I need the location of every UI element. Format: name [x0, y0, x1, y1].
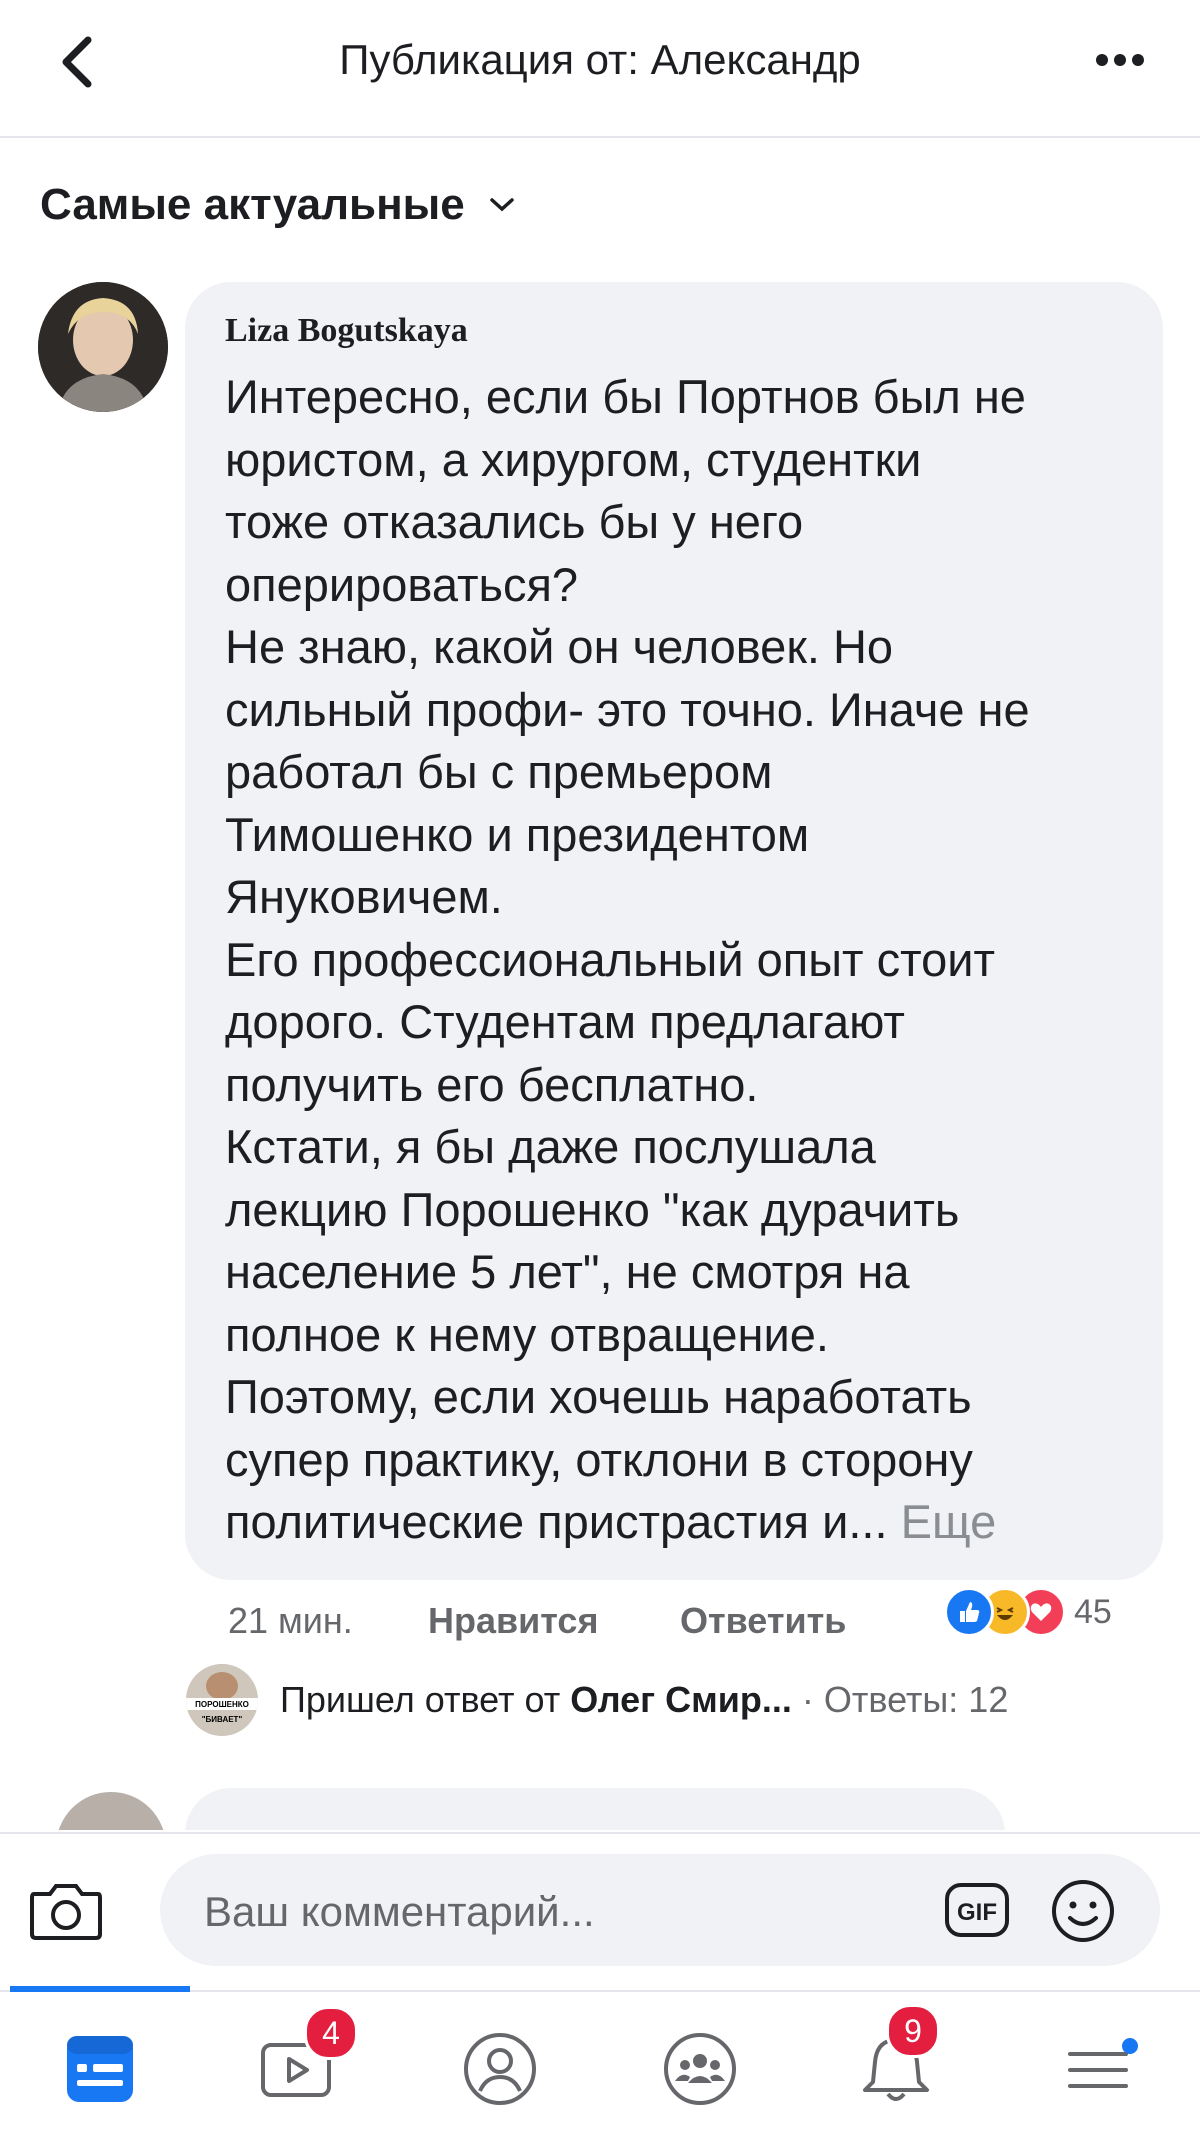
reply-button[interactable]: Ответить [680, 1600, 846, 1642]
gif-icon[interactable]: GIF [944, 1882, 1010, 1938]
chevron-down-icon [489, 198, 514, 212]
notifications-badge: 9 [886, 2004, 940, 2058]
comment-timestamp: 21 мин. [228, 1600, 353, 1641]
comment-line: получить его бесплатно. [225, 1057, 759, 1111]
comment-line: работал бы с премьером [225, 745, 773, 798]
comment-author-avatar[interactable] [38, 282, 168, 412]
tab-groups[interactable] [640, 2014, 760, 2124]
tab-profile[interactable] [440, 2014, 560, 2124]
comment-line: полное к нему отвращение. [225, 1307, 829, 1361]
comment-sort-dropdown[interactable]: Самые актуальные [40, 180, 515, 230]
reply-author-avatar: ПОРОШЕНКО "БИВАЕТ" [186, 1664, 258, 1736]
tab-menu[interactable] [1040, 2014, 1160, 2124]
replies-summary[interactable]: ПОРОШЕНКО "БИВАЕТ" Пришел ответ от Олег … [186, 1664, 1166, 1736]
emoji-icon[interactable] [1050, 1878, 1116, 1944]
tab-watch[interactable]: 4 [236, 2006, 358, 2124]
camera-icon[interactable] [28, 1878, 104, 1942]
avatar-caption-top: ПОРОШЕНКО [195, 1700, 249, 1709]
groups-icon [664, 2033, 736, 2105]
reply-author-name: Олег Смир... [570, 1679, 792, 1720]
gif-label: GIF [957, 1899, 997, 1926]
reply-prefix: Пришел ответ от [280, 1679, 571, 1720]
comment-line: лекцию Порошенко "как дурачить [225, 1182, 960, 1236]
comment-line: юристом, а хирургом, студентки [225, 432, 922, 486]
comment-text: Интересно, если бы Портнов был не юристо… [225, 366, 1145, 1554]
comment-line: Януковичем. [225, 870, 503, 923]
profile-icon [464, 2033, 536, 2105]
reaction-count: 45 [1074, 1592, 1112, 1631]
bottom-tab-bar: 4 9 [0, 1986, 1200, 2139]
comment-line: тоже отказались бы у него [225, 495, 804, 548]
like-button[interactable]: Нравится [428, 1600, 598, 1642]
comment-line: оперироваться? [225, 557, 579, 611]
tab-notifications[interactable]: 9 [836, 2004, 956, 2124]
comment-line: Интересно, если бы Портнов был не [225, 370, 1026, 423]
comment-line: Не знаю, какой он человек. Но [225, 620, 894, 673]
comment-line: население 5 лет", не смотря на [225, 1245, 910, 1298]
like-reaction-icon [944, 1587, 994, 1637]
menu-icon [1068, 2038, 1138, 2088]
comment-input[interactable]: Ваш комментарий... GIF [160, 1854, 1160, 1966]
reply-summary-text: Пришел ответ от Олег Смир... · Ответы: 1… [280, 1679, 1008, 1721]
comment-line: супер практику, отклони в сторону [225, 1432, 973, 1486]
comment-line: Кстати, я бы даже послушала [225, 1120, 876, 1173]
comment-composer: Ваш комментарий... GIF [0, 1832, 1200, 1976]
comment-bubble[interactable]: Liza Bogutskaya Интересно, если бы Портн… [185, 282, 1163, 1580]
more-options-icon[interactable] [1090, 30, 1150, 90]
comment-last-line: политические пристрастия и... [225, 1495, 888, 1548]
comment-author-name[interactable]: Liza Bogutskaya [225, 312, 468, 350]
news-feed-icon [67, 2036, 133, 2102]
active-tab-indicator [10, 1986, 190, 1992]
page-title: Публикация от: Александр [339, 36, 861, 83]
top-bar: Публикация от: Александр [0, 0, 1200, 138]
sort-label: Самые актуальные [40, 180, 465, 229]
avatar-caption-bottom: "БИВАЕТ" [202, 1715, 243, 1724]
comment-line: Поэтому, если хочешь наработать [225, 1370, 972, 1423]
comment-line-last: политические пристрастия и... Еще [225, 1491, 1145, 1554]
next-comment-peek [0, 1780, 1200, 1830]
reply-count: · Ответы: 12 [791, 1679, 1009, 1720]
watch-badge: 4 [304, 2006, 358, 2060]
comment-input-placeholder: Ваш комментарий... [204, 1888, 595, 1935]
comment-line: Его профессиональный опыт стоит [225, 932, 996, 986]
comment-line: дорого. Студентам предлагают [225, 995, 905, 1048]
comment-line: сильный профи- это точно. Иначе не [225, 682, 1030, 736]
next-comment-avatar [56, 1792, 166, 1830]
comment-line: Тимошенко и президентом [225, 807, 810, 861]
reaction-summary[interactable]: 45 [944, 1586, 1164, 1638]
see-more-link[interactable]: Еще [901, 1495, 997, 1548]
tab-news-feed[interactable] [40, 2014, 160, 2124]
next-comment-bubble [185, 1788, 1005, 1830]
